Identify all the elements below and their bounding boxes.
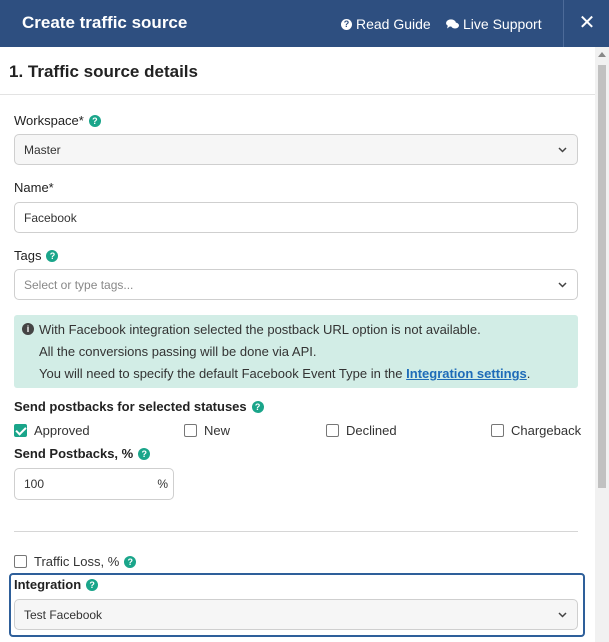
checkbox-box[interactable] — [491, 424, 504, 437]
question-circle-icon[interactable]: ? — [124, 555, 137, 568]
integration-settings-link[interactable]: Integration settings — [406, 366, 527, 381]
status-chargeback-label: Chargeback — [511, 423, 582, 438]
chevron-down-icon — [558, 612, 567, 618]
scrollbar-thumb[interactable] — [598, 65, 606, 488]
close-icon[interactable]: ✕ — [577, 10, 597, 34]
tags-label-text: Tags — [14, 248, 42, 263]
section-divider — [0, 94, 595, 95]
notice-line-2: All the conversions passing will be done… — [39, 344, 317, 359]
name-input[interactable]: Facebook — [14, 202, 578, 233]
send-postbacks-pct-value: 100 — [24, 477, 45, 491]
form-divider — [14, 531, 578, 532]
checkbox-box[interactable] — [14, 555, 27, 568]
checkbox-box[interactable] — [14, 424, 27, 437]
status-approved-checkbox[interactable]: Approved — [14, 423, 90, 438]
status-new-checkbox[interactable]: New — [184, 423, 230, 438]
info-circle-icon: i — [22, 323, 34, 335]
workspace-label: Workspace* ? — [14, 113, 101, 128]
workspace-value: Master — [24, 142, 61, 157]
live-support-label: Live Support — [463, 16, 542, 32]
status-declined-label: Declined — [346, 423, 397, 438]
integration-notice: i With Facebook integration selected the… — [14, 315, 578, 388]
live-support-link[interactable]: Live Support — [446, 16, 542, 32]
read-guide-link[interactable]: ? Read Guide — [341, 16, 431, 32]
checkbox-box[interactable] — [326, 424, 339, 437]
send-postbacks-pct-label-text: Send Postbacks, % — [14, 446, 134, 461]
status-approved-label: Approved — [34, 423, 90, 438]
postbacks-label: Send postbacks for selected statuses ? — [14, 399, 264, 414]
notice-line-3: You will need to specify the default Fac… — [39, 366, 530, 381]
question-circle-icon[interactable]: ? — [88, 114, 101, 127]
percent-unit: % — [157, 477, 168, 491]
tags-label: Tags ? — [14, 248, 59, 263]
notice-line-3-prefix: You will need to specify the default Fac… — [39, 366, 407, 381]
question-circle-icon[interactable]: ? — [86, 578, 99, 591]
read-guide-label: Read Guide — [356, 16, 431, 32]
status-new-label: New — [204, 423, 231, 438]
section-title: 1. Traffic source details — [9, 62, 198, 81]
tags-select[interactable]: Select or type tags... — [14, 269, 578, 300]
name-label: Name* — [14, 180, 54, 195]
notice-line-1: With Facebook integration selected the p… — [39, 322, 481, 337]
name-label-text: Name* — [14, 180, 54, 195]
question-circle-icon[interactable]: ? — [138, 447, 151, 460]
checkbox-box[interactable] — [184, 424, 197, 437]
send-postbacks-pct-input[interactable]: 100 % — [14, 468, 174, 500]
workspace-select[interactable]: Master — [14, 134, 578, 165]
header-divider — [563, 0, 564, 47]
send-postbacks-pct-label: Send Postbacks, % ? — [14, 446, 151, 461]
integration-label-text: Integration — [14, 577, 82, 592]
question-circle-icon[interactable]: ? — [251, 400, 264, 413]
postbacks-label-text: Send postbacks for selected statuses — [14, 399, 247, 414]
integration-select[interactable]: Test Facebook — [14, 599, 578, 630]
traffic-loss-label: Traffic Loss, % — [34, 554, 120, 569]
scroll-up-arrow-icon[interactable] — [598, 52, 606, 57]
chat-icon — [446, 18, 459, 28]
modal-header: Create traffic source ? Read Guide Live … — [0, 0, 609, 47]
notice-line-3-suffix: . — [526, 366, 531, 381]
chevron-down-icon — [558, 147, 567, 153]
integration-label: Integration ? — [14, 577, 99, 592]
traffic-loss-checkbox[interactable]: Traffic Loss, % ? — [14, 554, 137, 569]
modal-title: Create traffic source — [22, 13, 188, 32]
question-circle-icon: ? — [341, 18, 352, 30]
name-value: Facebook — [24, 210, 77, 225]
question-circle-icon[interactable]: ? — [46, 249, 59, 262]
workspace-label-text: Workspace* — [14, 113, 84, 128]
chevron-down-icon — [558, 282, 567, 288]
status-chargeback-checkbox[interactable]: Chargeback — [491, 423, 581, 438]
tags-placeholder: Select or type tags... — [24, 277, 134, 292]
status-declined-checkbox[interactable]: Declined — [326, 423, 397, 438]
vertical-scrollbar[interactable] — [595, 47, 609, 642]
integration-value: Test Facebook — [24, 607, 103, 622]
